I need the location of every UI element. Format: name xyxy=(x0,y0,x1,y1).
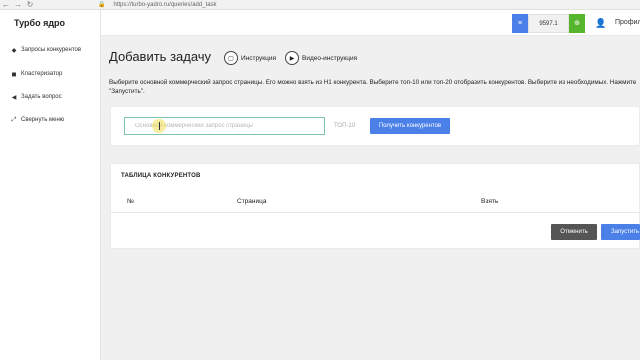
video-instruction-link[interactable]: ▶ Видео-инструкция xyxy=(285,51,357,65)
text-cursor-icon xyxy=(159,122,160,130)
tag-icon: ◼ xyxy=(11,71,17,78)
play-icon: ▶ xyxy=(285,51,299,65)
video-instruction-label: Видео-инструкция xyxy=(302,54,358,62)
sidebar-item-label: Задать вопрос xyxy=(21,94,62,100)
profile-link[interactable]: Профиль xyxy=(615,16,640,30)
top-select[interactable]: ТОП-10 xyxy=(332,118,366,134)
run-button[interactable]: Запустить xyxy=(601,224,640,240)
instruction-link[interactable]: ▢ Инструкция xyxy=(224,51,276,65)
sidebar-item-competitor-queries[interactable]: ◆ Запросы конкурентов xyxy=(0,42,101,58)
app-logo[interactable]: Турбо ядро xyxy=(14,18,65,28)
page-title: Добавить задачу xyxy=(109,49,212,64)
sidebar-item-label: Запросы конкурентов xyxy=(21,47,82,53)
page-description: Выберите основной коммерческий запрос ст… xyxy=(109,79,637,95)
back-icon[interactable]: ← xyxy=(0,0,12,10)
address-bar[interactable]: https://turbo-yadro.ru/queries/add_task xyxy=(113,2,216,8)
forward-icon[interactable]: → xyxy=(12,0,24,10)
sidebar-item-label: Кластеризатор xyxy=(21,71,63,77)
column-header-page: Страница xyxy=(237,198,267,205)
browser-toolbar: ← → ↻ 🔒 https://turbo-yadro.ru/queries/a… xyxy=(0,0,640,10)
get-competitors-button[interactable]: Получить конкурентов xyxy=(370,118,450,134)
cancel-button[interactable]: Отменить xyxy=(551,224,597,240)
sidebar-item-label: Свернуть меню xyxy=(21,117,65,123)
sidebar-item-ask-question[interactable]: ◀ Задать вопрос xyxy=(0,89,101,105)
column-header-take: Взять xyxy=(481,198,499,205)
add-balance-icon[interactable]: ⊕ xyxy=(569,14,585,33)
sidebar-item-clusterizer[interactable]: ◼ Кластеризатор xyxy=(0,66,101,82)
wallet-icon[interactable]: ≡ xyxy=(512,14,528,33)
user-icon[interactable]: 👤 xyxy=(595,16,607,30)
pin-icon: ◆ xyxy=(11,47,17,54)
balance-display: 9597.1 xyxy=(528,14,569,33)
table-divider xyxy=(110,212,640,213)
collapse-icon: ⤢ xyxy=(11,116,17,123)
sidebar: Турбо ядро ◆ Запросы конкурентов ◼ Класт… xyxy=(0,10,101,360)
lock-icon: 🔒 xyxy=(98,2,106,8)
book-icon: ▢ xyxy=(224,51,238,65)
table-title: ТАБЛИЦА КОНКУРЕНТОВ xyxy=(121,173,201,179)
reload-icon[interactable]: ↻ xyxy=(24,0,36,10)
top-header: ≡ 9597.1 ⊕ 👤 Профиль xyxy=(101,10,640,36)
instruction-label: Инструкция xyxy=(241,54,276,62)
column-header-number: № xyxy=(127,198,134,205)
sidebar-item-collapse-menu[interactable]: ⤢ Свернуть меню xyxy=(0,112,101,128)
send-icon: ◀ xyxy=(11,94,17,101)
